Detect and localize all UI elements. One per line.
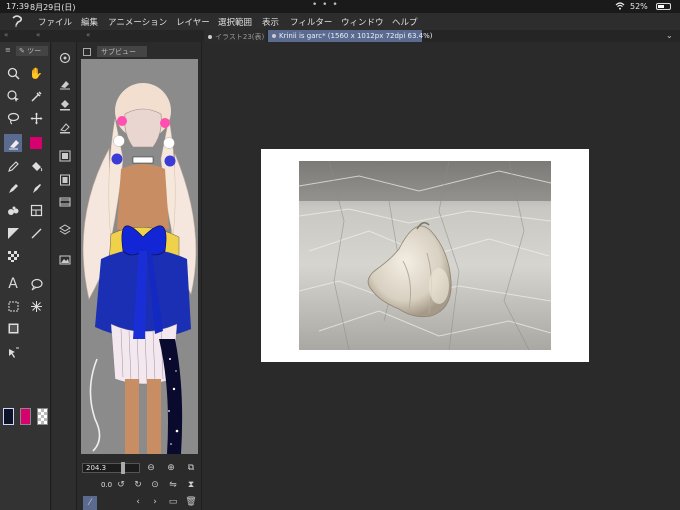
rotation-value: 0.0 — [101, 481, 113, 489]
zoom-in-icon[interactable]: ⊕ — [165, 462, 177, 474]
text-tool-icon[interactable]: A — [4, 275, 22, 293]
reference-illustration — [81, 59, 198, 454]
menu-animation[interactable]: アニメーション — [108, 16, 167, 28]
pencil-tool-icon[interactable] — [4, 179, 22, 197]
frame-border-tool-icon[interactable] — [27, 201, 45, 219]
airbrush-tool-icon[interactable] — [4, 201, 22, 219]
clear-outside-selection-icon[interactable] — [57, 120, 72, 135]
rotate-right-icon[interactable]: ↻ — [132, 479, 144, 491]
tab-illustration-23[interactable]: イラスト23(表) — [204, 30, 266, 42]
menu-layer[interactable]: レイヤー — [176, 16, 210, 28]
tab-krinii-active[interactable]: Krinii is garc* (1560 x 1012px 72dpi 63.… — [268, 30, 433, 42]
panel-grip-icon[interactable] — [83, 48, 91, 56]
import-image-icon[interactable] — [57, 252, 72, 267]
transparent-color-swatch[interactable] — [37, 408, 48, 425]
canvas-area[interactable] — [203, 42, 680, 510]
tool-panel: ≡ ✎ ツー ✋ A — [0, 42, 51, 510]
fill-tool-icon[interactable] — [27, 157, 45, 175]
film-frames-icon[interactable] — [57, 194, 72, 209]
tab-list-chevron-icon[interactable]: ⌄ — [666, 31, 673, 40]
battery-percent: 52% — [630, 2, 648, 11]
fill-layer-icon[interactable] — [57, 97, 72, 112]
zoom-tool-icon[interactable] — [4, 64, 22, 82]
move-tool-icon[interactable] — [27, 109, 45, 127]
collapse-subview-chevron-icon[interactable]: « — [86, 31, 90, 39]
gradient-tool-icon[interactable] — [4, 247, 22, 265]
status-time: 17:39 — [6, 2, 30, 11]
lasso-tool-icon[interactable] — [4, 109, 22, 127]
battery-icon — [656, 3, 671, 10]
zoom-level-field[interactable]: 204.3 — [82, 463, 140, 473]
panel-menu-icon[interactable]: ≡ — [5, 46, 11, 54]
object-select-tool-icon[interactable] — [4, 344, 22, 362]
menu-filter[interactable]: フィルター — [290, 16, 332, 28]
sparkle-tool-icon[interactable] — [27, 297, 45, 315]
collapse-chevron-icon[interactable]: « — [36, 31, 40, 39]
document-tab-bar: « « « イラスト23(表) Krinii is garc* (1560 x … — [0, 30, 680, 42]
menu-view[interactable]: 表示 — [262, 16, 279, 28]
status-bar: 17:39 8月29日(日) • • • 52% — [0, 0, 680, 13]
sub-color-swatch[interactable] — [20, 408, 31, 425]
sub-view-tab[interactable]: サブビュー — [97, 46, 147, 57]
menu-bar: ファイル 編集 アニメーション レイヤー 選択範囲 表示 フィルター ウィンドウ… — [0, 13, 680, 30]
ruler-tool-icon[interactable] — [4, 224, 22, 242]
eraser-tool-icon[interactable] — [4, 134, 22, 152]
eyedropper-icon[interactable]: ⁄ — [83, 496, 97, 510]
menu-edit[interactable]: 編集 — [81, 16, 98, 28]
color-palette-icon[interactable] — [27, 134, 45, 152]
zoom-out-icon[interactable]: ⊖ — [145, 462, 157, 474]
sub-view-reference-image[interactable] — [81, 59, 198, 454]
menu-help[interactable]: ヘルプ — [392, 16, 418, 28]
tab-dot-icon — [208, 35, 212, 39]
correction-tool-icon[interactable] — [4, 319, 22, 337]
tool-tab[interactable]: ✎ ツー — [16, 46, 48, 56]
flip-horizontal-icon[interactable]: ⇋ — [167, 479, 179, 491]
menu-selection[interactable]: 選択範囲 — [218, 16, 252, 28]
previous-image-icon[interactable]: ‹ — [132, 496, 144, 508]
layers-stack-icon[interactable] — [57, 222, 72, 237]
operation-tool-icon[interactable] — [4, 87, 22, 105]
tab-dot-icon — [272, 34, 276, 38]
multitask-dots[interactable]: • • • — [312, 0, 339, 10]
trash-icon[interactable]: 🗑 — [185, 496, 197, 508]
decoration-tool-icon[interactable] — [27, 179, 45, 197]
main-color-swatch[interactable] — [3, 408, 14, 425]
fit-view-icon[interactable]: ⧉ — [185, 462, 197, 474]
figure-line-tool-icon[interactable] — [27, 224, 45, 242]
wifi-icon — [615, 2, 625, 10]
speed-line-tool-icon[interactable] — [4, 297, 22, 315]
reset-rotation-icon[interactable]: ⊙ — [149, 479, 161, 491]
app-logo-icon[interactable] — [10, 15, 24, 27]
canvas-photo-layer — [299, 161, 551, 350]
open-folder-icon[interactable]: ▭ — [167, 496, 179, 508]
collapse-left-chevron-icon[interactable]: « — [4, 31, 8, 39]
clear-layer-icon[interactable] — [57, 76, 72, 91]
pen-tool-icon[interactable] — [4, 157, 22, 175]
rotate-left-icon[interactable]: ↺ — [115, 479, 127, 491]
sub-view-panel: サブビュー 204.3 ⊖ ⊕ ⧉ 0.0 ↺ ↻ ⊙ ⇋ ⧗ ⁄ ‹ › ▭ … — [77, 42, 202, 510]
menu-file[interactable]: ファイル — [38, 16, 72, 28]
menu-window[interactable]: ウィンドウ — [341, 16, 384, 28]
eyedropper-tool-icon[interactable] — [27, 87, 45, 105]
command-bar — [52, 42, 77, 510]
balloon-tool-icon[interactable] — [27, 275, 45, 293]
crumpled-paper-garlic-photo — [299, 161, 551, 350]
settings-gear-icon[interactable] — [57, 50, 72, 65]
hand-tool-icon[interactable]: ✋ — [27, 64, 45, 82]
filmstrip-icon[interactable] — [57, 172, 72, 187]
sub-view-controls: 204.3 ⊖ ⊕ ⧉ 0.0 ↺ ↻ ⊙ ⇋ ⧗ ⁄ ‹ › ▭ 🗑 — [77, 459, 202, 510]
status-date: 8月29日(日) — [30, 3, 76, 12]
zoom-slider-handle[interactable] — [121, 462, 125, 474]
next-image-icon[interactable]: › — [149, 496, 161, 508]
canvas-paper[interactable] — [261, 149, 589, 362]
flip-vertical-icon[interactable]: ⧗ — [185, 479, 197, 491]
transform-icon[interactable] — [57, 148, 72, 163]
